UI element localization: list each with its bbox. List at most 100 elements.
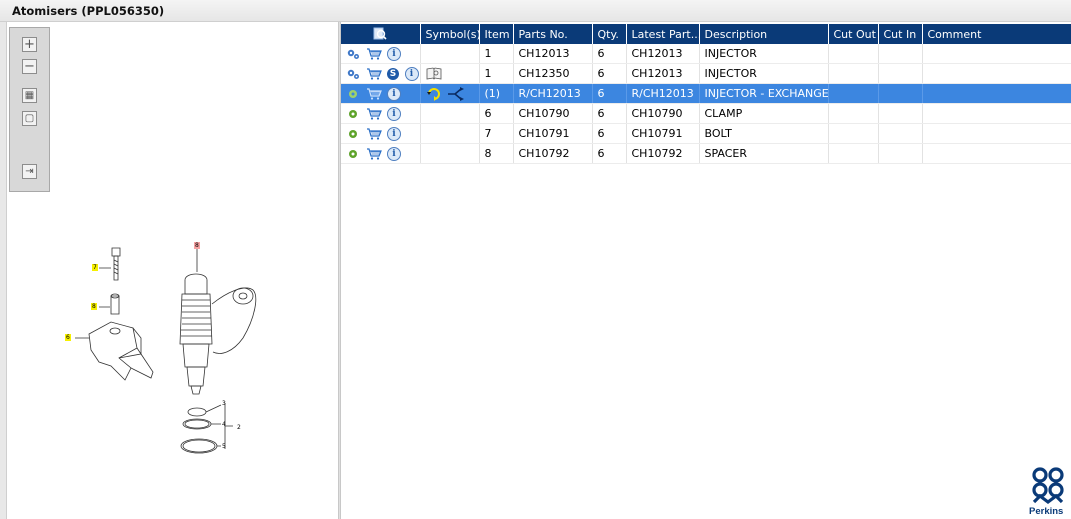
row-symbols-cell [420,44,480,64]
row-actions-cell: i [341,83,421,104]
column-header-cut-in[interactable]: Cut In [878,24,923,44]
column-header-actions[interactable] [341,24,421,44]
callout-7[interactable]: 7 [92,264,98,271]
view-details-icon[interactable] [373,27,387,41]
column-header-symbols[interactable]: Symbol(s) [420,24,480,44]
row-comment [922,103,1071,124]
column-header-qty[interactable]: Qty. [592,24,627,44]
row-part-no[interactable]: R/CH12013 [513,83,593,104]
row-symbols-cell [420,103,480,124]
callout-4[interactable]: 4 [221,421,227,428]
row-symbols-cell [420,143,480,164]
gear-icon[interactable] [346,128,360,140]
callout-3[interactable]: 3 [221,400,227,407]
row-part-no[interactable]: CH12013 [513,44,593,64]
row-item: 6 [479,103,514,124]
info-icon[interactable]: i [404,66,419,81]
info-icon[interactable]: i [387,146,401,161]
row-part-no[interactable]: CH10790 [513,103,593,124]
row-latest-part[interactable]: CH12013 [626,63,700,84]
column-header-comment[interactable]: Comment [922,24,1071,44]
cart-icon[interactable] [366,107,382,120]
gear-icon[interactable] [346,88,360,100]
book-icon[interactable] [426,67,442,80]
perkins-wordmark: Perkins [1029,506,1064,517]
row-actions-cell: i [341,44,421,64]
s-badge-icon[interactable]: S [387,67,399,80]
cart-icon[interactable] [366,67,382,80]
row-qty: 6 [592,123,627,144]
gear-icon[interactable] [346,108,360,120]
row-cut-in [878,143,923,164]
cart-icon[interactable] [366,127,382,140]
fit-all-button[interactable]: ▦ [22,88,37,103]
gears-icon[interactable] [346,68,360,80]
row-qty: 6 [592,63,627,84]
info-icon[interactable]: i [387,106,401,121]
exchange-icon[interactable] [426,87,442,101]
callout-8[interactable]: 8 [91,303,97,310]
row-item: 1 [479,44,514,64]
row-symbols-cell [420,63,480,84]
column-header-description[interactable]: Description [699,24,829,44]
callout-8-highlighted[interactable]: 8 [194,242,200,249]
row-description: CLAMP [699,103,829,124]
row-item: 7 [479,123,514,144]
cart-icon[interactable] [366,147,382,160]
zoom-in-button[interactable]: + [22,37,37,52]
row-latest-part[interactable]: CH10790 [626,103,700,124]
table-row[interactable]: i 6 CH10790 6 CH10790 CLAMP [341,103,1071,124]
row-part-no[interactable]: CH12350 [513,63,593,84]
row-item: 8 [479,143,514,164]
zoom-out-button[interactable]: − [22,59,37,74]
column-header-parts-no[interactable]: Parts No. [513,24,593,44]
cart-icon[interactable] [366,87,382,100]
table-row[interactable]: i 8 CH10792 6 CH10792 SPACER [341,143,1071,164]
table-row[interactable]: i 7 CH10791 6 CH10791 BOLT [341,123,1071,144]
callout-6[interactable]: 6 [65,334,71,341]
row-part-no[interactable]: CH10792 [513,143,593,164]
column-header-latest-part[interactable]: Latest Part... [626,24,700,44]
gears-icon[interactable] [346,48,360,60]
row-cut-in [878,63,923,84]
table-row[interactable]: i 1 CH12013 6 CH12013 INJECTOR [341,44,1071,64]
row-cut-out [828,123,879,144]
row-symbols-cell [420,83,480,104]
row-qty: 6 [592,103,627,124]
callout-5[interactable]: 5 [221,443,227,450]
table-header-row: Symbol(s) Item Parts No. Qty. Latest Par… [341,24,1071,44]
row-cut-out [828,143,879,164]
table-row-selected[interactable]: i (1) R/CH12013 6 R/CH12013 INJECTOR - E… [341,83,1071,104]
row-part-no[interactable]: CH10791 [513,123,593,144]
gear-icon[interactable] [346,148,360,160]
row-latest-part[interactable]: R/CH12013 [626,83,700,104]
row-latest-part[interactable]: CH10791 [626,123,700,144]
window-title: Atomisers (PPL056350) [12,4,165,18]
callout-2[interactable]: 2 [236,424,242,431]
info-icon[interactable]: i [387,46,401,61]
row-qty: 6 [592,83,627,104]
row-cut-in [878,103,923,124]
column-header-item[interactable]: Item [479,24,514,44]
row-actions-cell: S i [341,63,421,84]
fit-page-button[interactable]: ▢ [22,111,37,126]
info-icon[interactable]: i [387,126,401,141]
table-row[interactable]: S i 1 CH12350 6 CH12013 INJECTOR [341,63,1071,84]
row-latest-part[interactable]: CH12013 [626,44,700,64]
row-latest-part[interactable]: CH10792 [626,143,700,164]
row-cut-in [878,44,923,64]
branch-icon[interactable] [447,86,465,101]
drawing-toolbar: + − ▦ ▢ ⇥ [9,27,50,192]
row-cut-out [828,83,879,104]
export-button[interactable]: ⇥ [22,164,37,179]
row-qty: 6 [592,44,627,64]
row-description: INJECTOR [699,44,829,64]
parts-table: Symbol(s) Item Parts No. Qty. Latest Par… [341,24,1071,164]
cart-icon[interactable] [366,47,382,60]
row-item: (1) [479,83,514,104]
row-symbols-cell [420,123,480,144]
column-header-cut-out[interactable]: Cut Out [828,24,879,44]
info-icon[interactable]: i [387,86,401,101]
parts-drawing-panel[interactable]: 8 7 8 6 3 4 2 5 [7,22,338,519]
row-qty: 6 [592,143,627,164]
